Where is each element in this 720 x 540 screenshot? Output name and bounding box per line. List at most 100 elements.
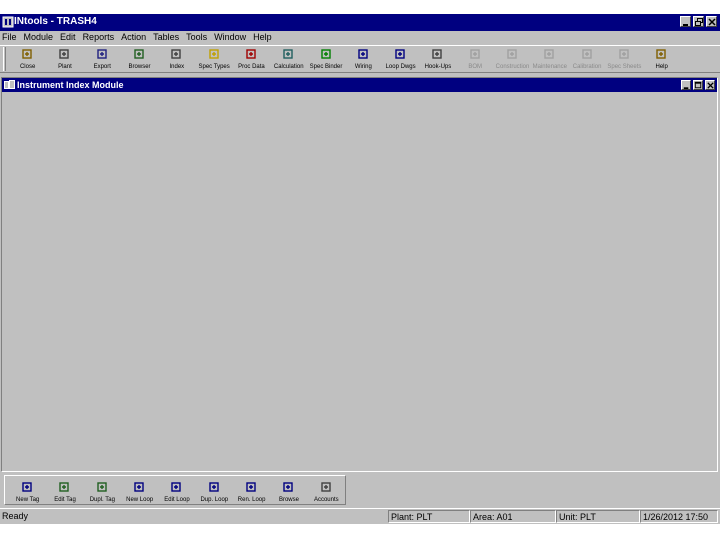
toolbar-construction-button: Construction	[494, 46, 531, 73]
child-maximize-button[interactable]	[693, 80, 703, 90]
accounts-icon	[321, 482, 331, 492]
export-icon	[97, 49, 107, 59]
close-icon	[708, 18, 716, 26]
toolbar-help-button[interactable]: Help	[643, 46, 680, 73]
index-browse-button[interactable]: Browse	[270, 476, 307, 504]
toolbar-grip[interactable]	[3, 47, 6, 71]
index-rename-loop-button[interactable]: Ren. Loop	[233, 476, 270, 504]
menu-tools[interactable]: Tools	[186, 32, 211, 43]
toolbar-button-label: Spec Binder	[309, 64, 343, 70]
restore-icon	[695, 18, 703, 26]
toolbar-export-button[interactable]: Export	[84, 46, 121, 73]
rename-loop-icon	[246, 482, 256, 492]
index-edit-loop-button[interactable]: Edit Loop	[158, 476, 195, 504]
toolbar-button-label: Hook-Ups	[424, 64, 452, 70]
window-title: INtools - TRASH4	[14, 16, 97, 27]
edit-tag-icon	[59, 482, 70, 492]
index-accounts-button[interactable]: Accounts	[308, 476, 345, 504]
process-data-icon	[246, 49, 256, 59]
toolbar-index-button[interactable]: Index	[158, 46, 195, 73]
index-button-label: Edit Tag	[54, 497, 76, 503]
menu-help[interactable]: Help	[253, 32, 276, 43]
toolbar-calibration-button: Calibration	[568, 46, 605, 73]
toolbar-button-label: Construction	[495, 64, 530, 70]
status-plant: Plant: PLT	[388, 510, 470, 523]
index-button-label: Edit Loop	[164, 497, 190, 503]
construction-icon	[507, 49, 517, 59]
menu-module[interactable]: Module	[24, 32, 58, 43]
toolbar-close-module-button[interactable]: Close	[9, 46, 46, 73]
new-loop-icon	[134, 482, 144, 492]
index-duplicate-tag-button[interactable]: Dupl. Tag	[84, 476, 121, 504]
close-module-icon	[22, 49, 32, 59]
index-new-tag-button[interactable]: New Tag	[9, 476, 46, 504]
index-button-label: Dupl. Tag	[89, 497, 115, 503]
app-window: INtools - TRASH4 File Module Edit Report…	[0, 14, 720, 524]
toolbar-spec-types-button[interactable]: Spec Types	[195, 46, 232, 73]
minimize-button[interactable]	[680, 16, 691, 27]
index-button-label: Dup. Loop	[200, 497, 229, 503]
help-icon	[656, 49, 666, 59]
wiring-icon	[358, 49, 368, 59]
toolbar-button-label: Wiring	[354, 64, 372, 70]
spec-types-icon	[208, 49, 219, 59]
close-icon	[707, 82, 714, 89]
index-new-loop-button[interactable]: New Loop	[121, 476, 158, 504]
toolbar-spec-sheets-button: Spec Sheets	[606, 46, 643, 73]
toolbar-button-label: Plant	[58, 64, 72, 70]
hook-ups-icon	[432, 49, 443, 59]
maximize-icon	[694, 81, 702, 89]
plant-icon	[59, 49, 70, 59]
menu-window[interactable]: Window	[214, 32, 250, 43]
status-unit: Unit: PLT	[556, 510, 640, 523]
spec-sheets-icon	[619, 49, 629, 59]
child-title-bar[interactable]: Instrument Index Module	[2, 78, 717, 92]
child-window-title: Instrument Index Module	[17, 80, 124, 90]
toolbar-button-label: Export	[93, 64, 111, 70]
menu-edit[interactable]: Edit	[60, 32, 80, 43]
menu-file[interactable]: File	[2, 32, 21, 43]
toolbar-browser-button[interactable]: Browser	[121, 46, 158, 73]
menu-action[interactable]: Action	[121, 32, 150, 43]
toolbar-plant-button[interactable]: Plant	[46, 46, 83, 73]
minimize-icon	[683, 87, 689, 90]
index-button-label: New Loop	[126, 497, 154, 503]
module-icon	[4, 80, 15, 89]
restore-button[interactable]	[693, 16, 704, 27]
loop-drawings-icon	[395, 49, 405, 59]
toolbar-process-data-button[interactable]: Proc Data	[233, 46, 270, 73]
toolbar-maintenance-button: Maintenance	[531, 46, 568, 73]
index-edit-tag-button[interactable]: Edit Tag	[46, 476, 83, 504]
toolbar-button-label: Close	[19, 64, 36, 70]
menu-reports[interactable]: Reports	[83, 32, 119, 43]
window-title-bar[interactable]: INtools - TRASH4	[0, 14, 720, 31]
index-button-label: New Tag	[16, 497, 40, 503]
child-minimize-button[interactable]	[681, 80, 691, 90]
main-toolbar: Close Plant Export Browser Index Spec Types Pr…	[0, 45, 720, 73]
status-ready: Ready	[2, 511, 29, 521]
toolbar-button-label: Help	[655, 64, 668, 70]
bom-icon	[470, 49, 480, 59]
duplicate-loop-icon	[209, 482, 219, 492]
index-button-label: Ren. Loop	[237, 497, 266, 503]
edit-loop-icon	[171, 482, 182, 492]
toolbar-calculation-button[interactable]: Calculation	[270, 46, 307, 73]
browser-icon	[134, 49, 144, 59]
toolbar-button-label: BOM	[468, 64, 483, 70]
minimize-icon	[683, 24, 688, 26]
toolbar-button-label: Spec Sheets	[607, 64, 642, 70]
index-button-label: Accounts	[313, 497, 339, 503]
toolbar-button-label: Proc Data	[238, 64, 265, 70]
toolbar-wiring-button[interactable]: Wiring	[345, 46, 382, 73]
index-duplicate-loop-button[interactable]: Dup. Loop	[196, 476, 233, 504]
child-close-button[interactable]	[705, 80, 715, 90]
close-button[interactable]	[706, 16, 717, 27]
toolbar-button-label: Index	[169, 64, 185, 70]
index-button-label: Browse	[278, 497, 299, 503]
menu-tables[interactable]: Tables	[153, 32, 183, 43]
toolbar-loop-drawings-button[interactable]: Loop Dwgs	[382, 46, 419, 73]
toolbar-button-label: Calibration	[572, 64, 602, 70]
calculation-icon	[283, 49, 293, 59]
toolbar-hook-ups-button[interactable]: Hook-Ups	[419, 46, 456, 73]
toolbar-spec-binder-button[interactable]: Spec Binder	[307, 46, 344, 73]
